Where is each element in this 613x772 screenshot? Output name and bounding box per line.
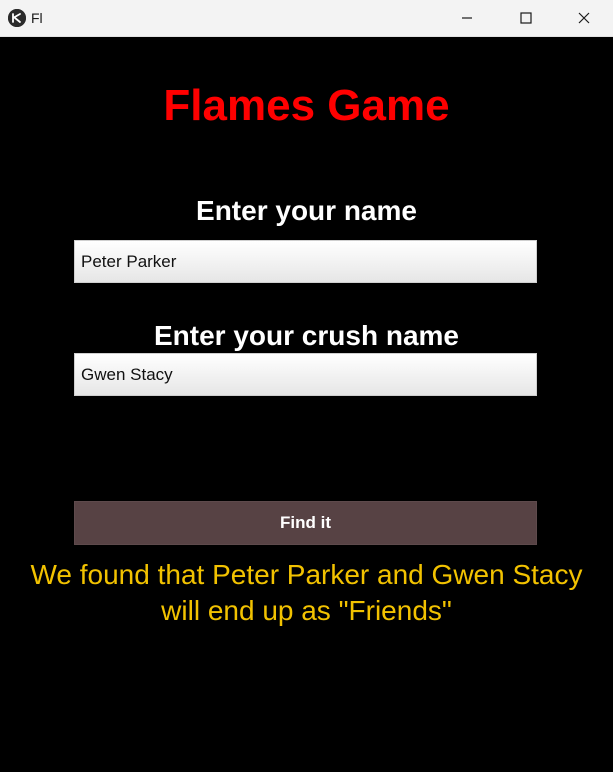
window-title: Fl <box>31 10 43 26</box>
game-title: Flames Game <box>163 81 450 130</box>
title-bar[interactable]: Fl <box>0 0 613 37</box>
crush-name-label: Enter your crush name <box>154 320 459 351</box>
maximize-button[interactable] <box>497 0 555 36</box>
close-button[interactable] <box>555 0 613 36</box>
app-window: Fl Flames Game Enter your name Enter you… <box>0 0 613 772</box>
close-icon <box>578 12 590 24</box>
name-input[interactable] <box>74 240 537 283</box>
result-message: We found that Peter Parker and Gwen Stac… <box>30 559 583 626</box>
main-content: Flames Game Enter your name Enter your c… <box>0 37 613 772</box>
crush-name-input[interactable] <box>74 353 537 396</box>
name-label: Enter your name <box>196 195 417 226</box>
maximize-icon <box>520 12 532 24</box>
kivy-logo-icon <box>8 9 26 27</box>
find-it-button[interactable]: Find it <box>74 501 537 545</box>
minimize-button[interactable] <box>438 0 496 36</box>
minimize-icon <box>461 12 473 24</box>
